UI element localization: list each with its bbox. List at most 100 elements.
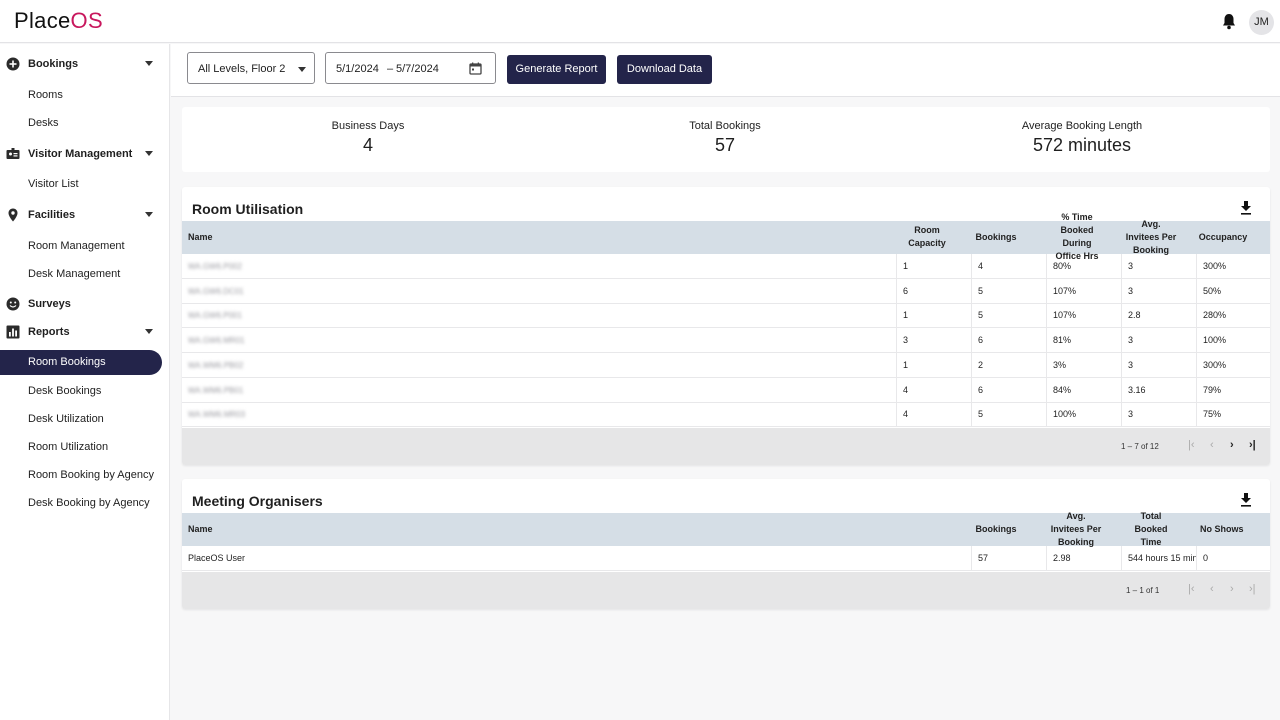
cell-bookings: 2	[971, 352, 1046, 378]
sidebar-item-desks[interactable]: Desks	[0, 117, 170, 131]
card-title: Room Utilisation	[192, 201, 304, 217]
sidebar-item-label: Desk Management	[28, 268, 121, 280]
card-title: Meeting Organisers	[192, 493, 323, 509]
stat-average-booking-length: Average Booking Length 572 minutes	[982, 120, 1182, 156]
date-start[interactable]: 5/1/2024	[336, 63, 379, 75]
first-page-icon[interactable]: |‹	[1188, 439, 1195, 451]
sidebar-section-label: Surveys	[28, 298, 71, 310]
column-header-avg-invitees[interactable]: Avg. Invitees Per Booking	[1041, 510, 1111, 549]
download-icon[interactable]	[1239, 200, 1253, 216]
sidebar-item-room-management[interactable]: Room Management	[0, 240, 170, 254]
cell-occupancy: 100%	[1196, 328, 1270, 354]
calendar-icon[interactable]	[469, 62, 482, 75]
table-header: Name Room Capacity Bookings % Time Booked D…	[182, 212, 1270, 261]
sidebar-item-label: Room Management	[28, 240, 125, 252]
table-row: WA.GW6.MR01 3 6 81% 3 100%	[182, 328, 1270, 354]
pagination-range: 1 – 7 of 12	[1121, 442, 1159, 451]
stat-total-bookings: Total Bookings 57	[625, 120, 825, 156]
sidebar-section-label: Bookings	[28, 58, 79, 70]
placeos-logo[interactable]: PlaceOS	[14, 8, 103, 34]
cell-avg-invitees: 3	[1121, 254, 1196, 279]
sidebar-section-facilities[interactable]: Facilities	[0, 208, 170, 223]
stat-value: 57	[714, 135, 736, 155]
column-header-bookings[interactable]: Bookings	[971, 231, 1021, 244]
cell-name: WA.GW6.P002	[188, 262, 242, 271]
cell-room-capacity: 1	[896, 303, 971, 329]
column-header-room-capacity[interactable]: Room Capacity	[897, 224, 957, 250]
column-header-avg-invitees[interactable]: Avg. Invitees Per Booking	[1116, 218, 1186, 257]
cell-time-booked: 80%	[1046, 254, 1121, 279]
sidebar-item-desk-bookings[interactable]: Desk Bookings	[0, 385, 170, 399]
cell-bookings: 57	[971, 546, 1046, 571]
cell-name: WA.GW6.MR01	[188, 336, 245, 346]
user-avatar[interactable]: JM	[1249, 10, 1274, 35]
sidebar-section-reports[interactable]: Reports	[0, 325, 170, 340]
cell-occupancy: 79%	[1196, 377, 1270, 403]
sidebar: Bookings Rooms Desks Visitor Management …	[0, 44, 170, 720]
cell-avg-invitees: 3	[1121, 402, 1196, 428]
sidebar-item-visitor-list[interactable]: Visitor List	[0, 178, 170, 192]
sidebar-item-label: Rooms	[28, 89, 63, 101]
notifications-bell-icon[interactable]	[1221, 13, 1237, 30]
bar-chart-icon	[6, 325, 20, 339]
next-page-icon[interactable]: ›	[1230, 439, 1234, 451]
table-row: WA.WM6.PB02 1 2 3% 3 300%	[182, 352, 1270, 378]
previous-page-icon[interactable]: ‹	[1210, 583, 1214, 595]
stat-value: 4	[362, 135, 373, 155]
cell-name: WA.WM6.PB01	[188, 385, 244, 395]
table-pagination: 1 – 7 of 12 |‹ ‹ › ›|	[182, 428, 1270, 465]
sidebar-item-label: Visitor List	[28, 178, 79, 190]
level-select[interactable]: All Levels, Floor 2	[187, 52, 315, 84]
sidebar-item-label: Room Bookings	[28, 356, 106, 368]
cell-avg-invitees: 3	[1121, 278, 1196, 304]
cell-time-booked: 84%	[1046, 377, 1121, 403]
sidebar-item-label: Desk Utilization	[28, 413, 104, 425]
generate-report-button[interactable]: Generate Report	[507, 55, 606, 84]
cell-bookings: 5	[971, 278, 1046, 304]
sidebar-item-desk-management[interactable]: Desk Management	[0, 268, 170, 282]
cell-avg-invitees: 2.8	[1121, 303, 1196, 329]
sidebar-item-desk-booking-by-agency[interactable]: Desk Booking by Agency	[0, 497, 170, 511]
column-header-name[interactable]: Name	[188, 231, 213, 244]
previous-page-icon[interactable]: ‹	[1210, 439, 1214, 451]
last-page-icon[interactable]: ›|	[1249, 439, 1256, 451]
table-pagination: 1 – 1 of 1 |‹ ‹ › ›|	[182, 572, 1270, 609]
pagination-range: 1 – 1 of 1	[1126, 586, 1160, 595]
sidebar-item-room-booking-by-agency[interactable]: Room Booking by Agency	[0, 469, 170, 483]
cell-bookings: 5	[971, 402, 1046, 428]
main-content: All Levels, Floor 2 5/1/2024 – 5/7/2024 …	[171, 44, 1280, 720]
column-header-occupancy[interactable]: Occupancy	[1198, 231, 1248, 244]
sidebar-item-label: Desks	[28, 117, 59, 129]
download-data-button[interactable]: Download Data	[617, 55, 712, 84]
sidebar-item-room-bookings[interactable]: Room Bookings	[0, 350, 162, 375]
cell-name: WA.WM6.PB02	[188, 360, 244, 370]
cell-name: WA.GW6.P001	[188, 311, 242, 321]
column-header-no-shows[interactable]: No Shows	[1200, 523, 1244, 536]
sidebar-item-desk-utilization[interactable]: Desk Utilization	[0, 413, 170, 427]
table-row: WA.GW6.DC01 6 5 107% 3 50%	[182, 278, 1270, 304]
sidebar-item-label: Desk Booking by Agency	[28, 497, 150, 509]
first-page-icon[interactable]: |‹	[1188, 583, 1195, 595]
cell-occupancy: 280%	[1196, 303, 1270, 329]
stat-label: Business Days	[331, 120, 405, 132]
sidebar-item-rooms[interactable]: Rooms	[0, 89, 170, 103]
next-page-icon[interactable]: ›	[1230, 583, 1234, 595]
cell-room-capacity: 4	[896, 377, 971, 403]
cell-avg-invitees: 3	[1121, 328, 1196, 354]
meeting-organisers-card: Meeting Organisers Name Bookings Avg. Inv…	[182, 479, 1270, 609]
table-row: WA.GW6.P002 1 4 80% 3 300%	[182, 254, 1270, 279]
sidebar-section-label: Facilities	[28, 209, 76, 221]
cell-name: WA.WM6.MR03	[188, 410, 246, 420]
date-range-input[interactable]: 5/1/2024 – 5/7/2024	[325, 52, 496, 84]
date-end[interactable]: 5/7/2024	[396, 63, 439, 75]
table-row: PlaceOS User 572.98544 hours 15 minutes0	[182, 546, 1270, 571]
last-page-icon[interactable]: ›|	[1249, 583, 1256, 595]
sidebar-section-visitor-management[interactable]: Visitor Management	[0, 148, 170, 162]
column-header-total-booked-time[interactable]: Total Booked Time	[1121, 510, 1181, 549]
sidebar-section-bookings[interactable]: Bookings	[0, 57, 170, 72]
column-header-bookings[interactable]: Bookings	[971, 523, 1021, 536]
column-header-name[interactable]: Name	[188, 523, 213, 536]
download-icon[interactable]	[1239, 492, 1253, 508]
sidebar-item-room-utilization[interactable]: Room Utilization	[0, 441, 170, 455]
sidebar-section-surveys[interactable]: Surveys	[0, 297, 170, 312]
